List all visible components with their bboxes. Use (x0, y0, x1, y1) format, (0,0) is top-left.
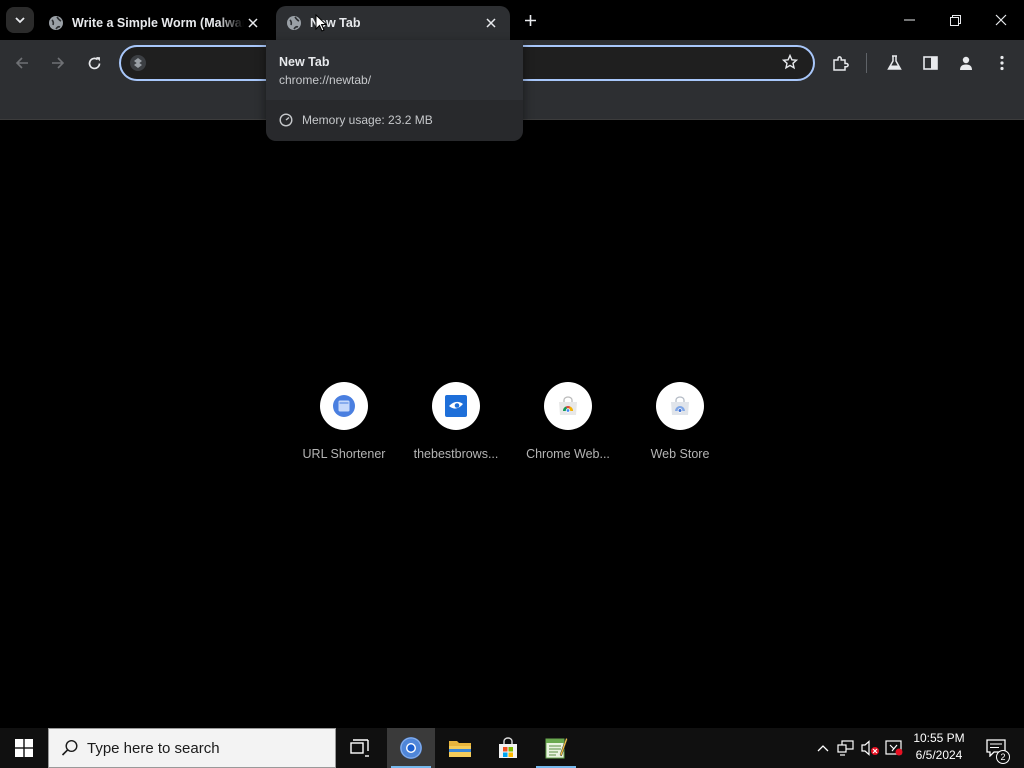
chrome-web-store-icon (559, 396, 577, 415)
shortcut-chrome-web-store[interactable]: Chrome Web... (512, 380, 624, 470)
task-view-icon (350, 739, 369, 757)
shortcut-thebestbrowser[interactable]: thebestbrows... (400, 380, 512, 470)
side-panel-button[interactable] (916, 49, 944, 77)
url-shortener-icon (333, 395, 355, 417)
volume-tray-button[interactable] (860, 738, 880, 758)
hover-card-url: chrome://newtab/ (279, 73, 372, 87)
site-info-icon[interactable] (129, 54, 147, 72)
restore-button[interactable] (932, 0, 978, 40)
tab-new-tab[interactable]: New Tab (276, 6, 510, 40)
volume-muted-icon (861, 740, 879, 756)
close-tab-button[interactable] (482, 14, 500, 32)
puzzle-piece-icon (832, 55, 849, 71)
globe-icon (287, 16, 301, 30)
taskbar-notepad[interactable] (532, 728, 580, 768)
kebab-menu-icon (1000, 55, 1004, 71)
power-plug-icon (885, 740, 903, 756)
thebestbrowser-icon (445, 395, 467, 417)
bookmark-star-button[interactable] (776, 48, 804, 76)
power-tray-button[interactable] (884, 738, 904, 758)
chevron-up-icon (817, 745, 829, 752)
notification-count-badge: 2 (996, 750, 1010, 764)
taskbar-file-explorer[interactable] (436, 728, 484, 768)
chrome-icon (400, 737, 422, 759)
minimize-icon (903, 19, 915, 21)
taskbar-search-box[interactable]: Type here to search (48, 728, 336, 768)
reload-button[interactable] (80, 49, 108, 77)
microsoft-store-icon (499, 737, 517, 758)
tab-search-button[interactable] (6, 7, 34, 33)
shortcut-label: URL Shortener (302, 447, 386, 461)
taskbar-clock[interactable]: 10:55 PM 6/5/2024 (906, 730, 972, 766)
shortcut-label: Web Store (650, 447, 710, 461)
chrome-labs-button[interactable] (880, 49, 908, 77)
toolbar-separator (866, 53, 867, 73)
web-store-icon (671, 396, 689, 415)
taskbar-microsoft-store[interactable] (484, 728, 532, 768)
hover-card-memory: Memory usage: 23.2 MB (302, 113, 433, 127)
profile-icon (960, 56, 972, 70)
arrow-left-icon (15, 57, 28, 69)
clock-date: 6/5/2024 (915, 748, 963, 762)
clock-time: 10:55 PM (913, 731, 965, 745)
shortcut-label: Chrome Web... (526, 447, 610, 461)
shortcut-web-store[interactable]: Web Store (624, 380, 736, 470)
network-tray-button[interactable] (836, 738, 856, 758)
forward-button[interactable] (44, 49, 72, 77)
flask-icon (886, 55, 902, 70)
close-tab-button[interactable] (244, 14, 262, 32)
start-button[interactable] (0, 728, 48, 768)
close-icon (486, 18, 496, 28)
search-icon (61, 739, 78, 756)
shortcut-label: thebestbrows... (413, 447, 499, 461)
windows-logo-icon (15, 739, 33, 757)
extensions-button[interactable] (826, 49, 854, 77)
tab-title: Write a Simple Worm (Malware (72, 16, 244, 30)
chrome-menu-button[interactable] (988, 49, 1016, 77)
arrow-right-icon (52, 57, 65, 69)
network-icon (837, 740, 854, 756)
close-icon (995, 14, 1007, 26)
mouse-cursor-icon (315, 14, 327, 32)
notepad-icon (545, 737, 568, 759)
reload-icon (88, 56, 100, 69)
restore-icon (949, 14, 961, 26)
side-panel-icon (922, 56, 938, 70)
tab-write-simple-worm[interactable]: Write a Simple Worm (Malware (38, 6, 272, 40)
taskbar-chrome[interactable] (387, 728, 435, 768)
task-view-button[interactable] (336, 728, 384, 768)
globe-icon (49, 16, 63, 30)
action-center-button[interactable]: 2 (976, 728, 1016, 768)
show-hidden-icons-button[interactable] (813, 738, 833, 758)
profile-button[interactable] (952, 49, 980, 77)
close-icon (248, 18, 258, 28)
memory-gauge-icon (279, 113, 293, 127)
chevron-down-icon (15, 17, 25, 24)
plus-icon (524, 14, 536, 26)
new-tab-button[interactable] (518, 9, 542, 31)
star-icon (782, 54, 798, 70)
close-window-button[interactable] (978, 0, 1024, 40)
shortcut-url-shortener[interactable]: URL Shortener (288, 380, 400, 470)
search-placeholder: Type here to search (87, 739, 220, 757)
file-explorer-icon (449, 741, 471, 757)
hover-card-title: New Tab (279, 55, 330, 69)
tab-hover-card: New Tab chrome://newtab/ Memory usage: 2… (266, 40, 523, 141)
back-button[interactable] (8, 49, 36, 77)
minimize-button[interactable] (886, 0, 932, 40)
tab-title: New Tab (310, 16, 361, 30)
